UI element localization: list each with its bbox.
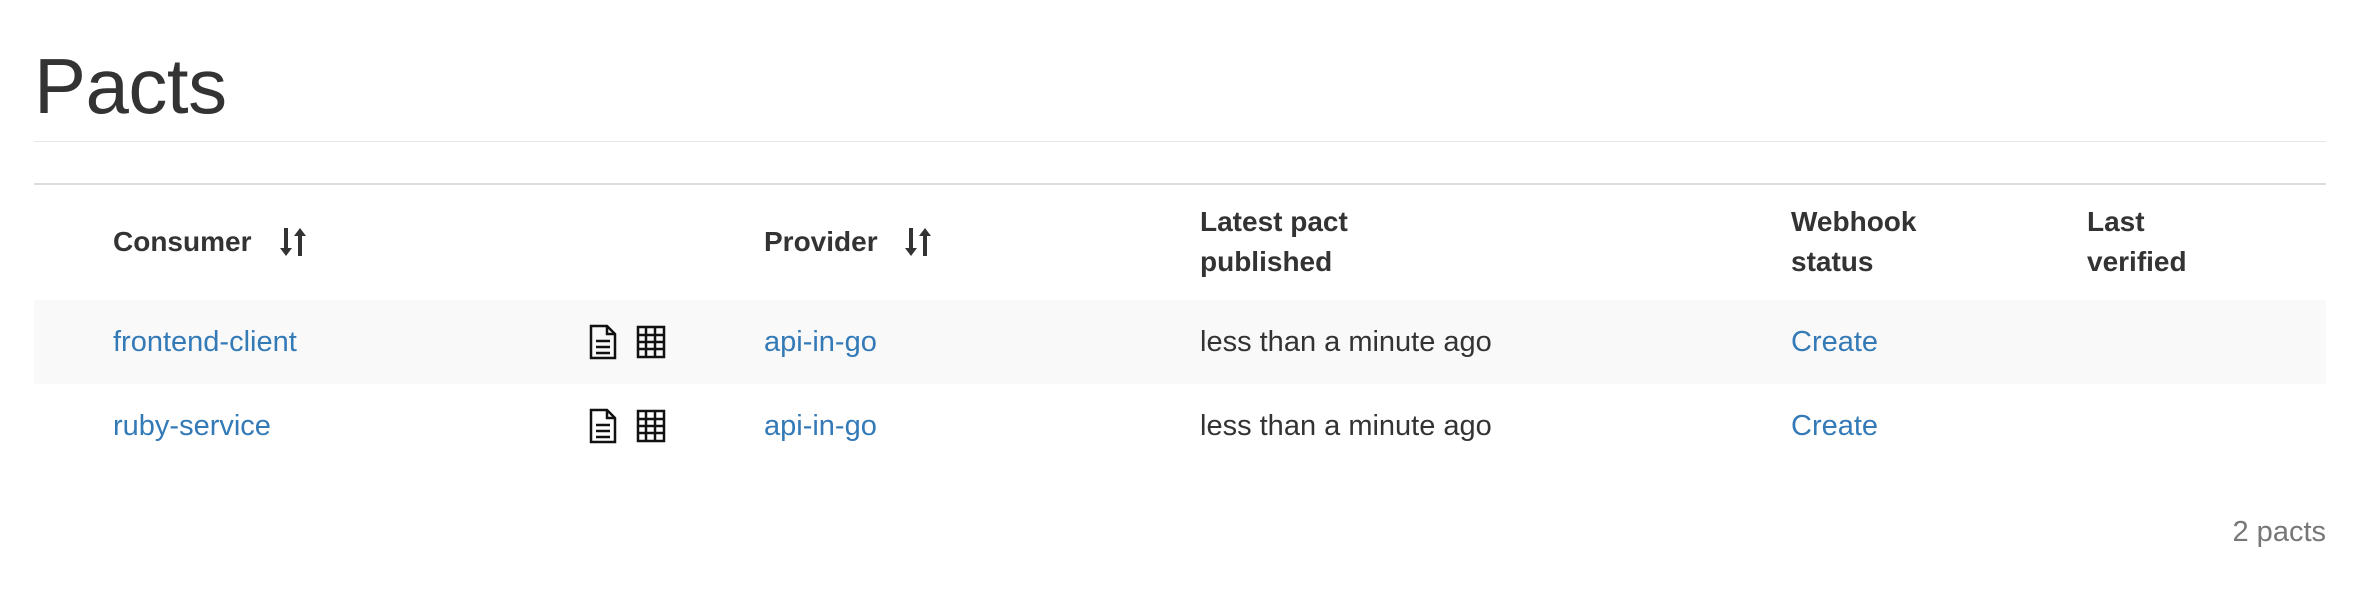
page-title: Pacts bbox=[34, 42, 227, 130]
last-verified-column-header: Last verified bbox=[2087, 202, 2187, 282]
pact-count: 2 pacts bbox=[2232, 516, 2327, 548]
consumer-link[interactable]: frontend-client bbox=[113, 322, 297, 362]
sort-arrows-icon[interactable] bbox=[278, 224, 308, 260]
title-divider bbox=[34, 141, 2326, 142]
header-line: Webhook bbox=[1791, 206, 1917, 237]
table-row: ruby-service api-in-go less than a minut… bbox=[34, 384, 2326, 468]
table-row: frontend-client api-in-go less than a mi… bbox=[34, 300, 2326, 384]
table-top-border bbox=[34, 183, 2326, 185]
grid-matrix-icon[interactable] bbox=[635, 408, 667, 444]
create-webhook-link[interactable]: Create bbox=[1791, 406, 1878, 446]
create-webhook-link[interactable]: Create bbox=[1791, 322, 1878, 362]
header-line: published bbox=[1200, 246, 1333, 277]
pacts-page: Pacts Consumer Provider Latest pact publ… bbox=[0, 0, 2360, 602]
provider-column-header[interactable]: Provider bbox=[764, 222, 878, 262]
sort-arrows-icon[interactable] bbox=[903, 224, 933, 260]
header-line: Latest pact bbox=[1200, 206, 1348, 237]
webhook-status-column-header: Webhook status bbox=[1791, 202, 1916, 282]
document-icon[interactable] bbox=[587, 324, 619, 360]
header-line: verified bbox=[2087, 246, 2187, 277]
header-line: status bbox=[1791, 246, 1874, 277]
provider-link[interactable]: api-in-go bbox=[764, 406, 877, 446]
consumer-link[interactable]: ruby-service bbox=[113, 406, 271, 446]
provider-link[interactable]: api-in-go bbox=[764, 322, 877, 362]
latest-pact-published-value: less than a minute ago bbox=[1200, 410, 1492, 442]
latest-pact-published-column-header: Latest pact published bbox=[1200, 202, 1348, 282]
latest-pact-published-value: less than a minute ago bbox=[1200, 326, 1492, 358]
grid-matrix-icon[interactable] bbox=[635, 324, 667, 360]
consumer-column-header[interactable]: Consumer bbox=[113, 222, 251, 262]
header-line: Last bbox=[2087, 206, 2145, 237]
document-icon[interactable] bbox=[587, 408, 619, 444]
